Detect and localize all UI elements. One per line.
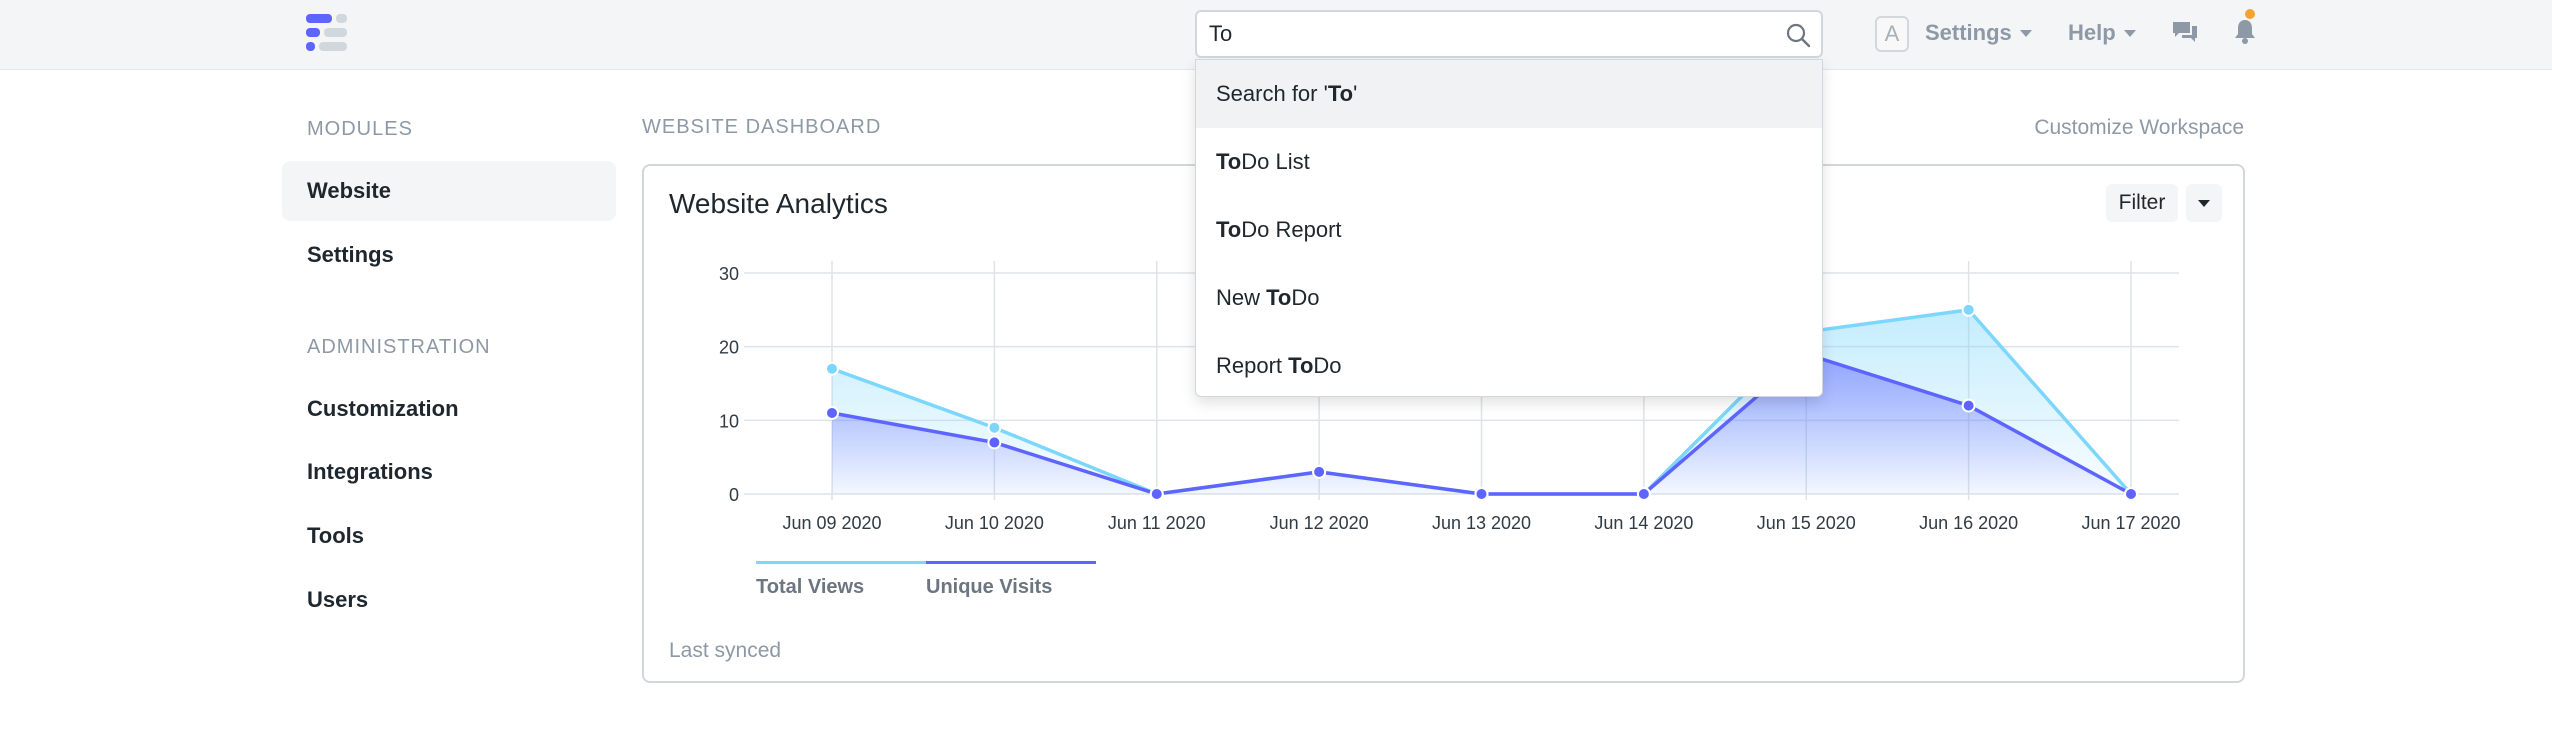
search-result-item[interactable]: Report ToDo (1196, 332, 1822, 400)
app-logo[interactable] (306, 14, 350, 54)
data-point (1312, 464, 1327, 479)
chevron-down-icon (2123, 29, 2136, 37)
legend-total-views[interactable]: Total Views (756, 576, 864, 599)
help-menu-label: Help (2068, 20, 2116, 45)
result-prefix: New (1216, 285, 1267, 310)
data-point (825, 361, 839, 376)
result-prefix: Search for ' (1216, 81, 1328, 106)
x-tick-label: Jun 16 2020 (1919, 513, 2018, 533)
data-point (2124, 487, 2138, 501)
legend-swatch-unique-visits (926, 561, 1096, 564)
search-result-item[interactable]: New ToDo (1196, 264, 1822, 332)
data-point (1961, 398, 1976, 413)
y-tick-label: 30 (719, 264, 739, 284)
modules-heading: MODULES (307, 118, 413, 140)
chat-icon[interactable] (2170, 18, 2200, 48)
legend-unique-visits[interactable]: Unique Visits (926, 576, 1052, 599)
x-tick-label: Jun 17 2020 (2081, 513, 2180, 533)
data-point (1474, 487, 1489, 501)
administration-heading: ADMINISTRATION (307, 336, 491, 358)
data-point (1961, 302, 1976, 317)
last-synced-text: Last synced (669, 639, 782, 662)
result-match: To (1266, 285, 1292, 310)
avatar[interactable]: A (1875, 16, 1909, 52)
bell-icon[interactable] (2230, 16, 2260, 46)
help-menu[interactable]: Help (2068, 20, 2136, 46)
x-tick-label: Jun 11 2020 (1108, 513, 1206, 533)
x-tick-label: Jun 10 2020 (945, 513, 1044, 533)
chevron-down-icon (2019, 29, 2032, 37)
search-result-item[interactable]: ToDo Report (1196, 196, 1822, 264)
data-point (1636, 487, 1651, 501)
x-tick-label: Jun 13 2020 (1432, 513, 1531, 533)
x-tick-label: Jun 14 2020 (1594, 513, 1693, 533)
customize-workspace-link[interactable]: Customize Workspace (2034, 116, 2244, 140)
search-input[interactable] (1209, 19, 1749, 49)
result-suffix: Do Report (1241, 217, 1342, 242)
search-for-option[interactable]: Search for 'To' (1196, 60, 1822, 128)
result-suffix: ' (1353, 81, 1358, 106)
result-match: To (1216, 217, 1242, 242)
y-tick-label: 0 (729, 485, 739, 505)
sidebar-item-users[interactable]: Users (282, 570, 616, 630)
search-icon[interactable] (1785, 22, 1811, 48)
result-prefix: Report (1216, 353, 1289, 378)
data-point (987, 435, 1002, 450)
data-point (1149, 487, 1164, 501)
y-tick-label: 20 (719, 338, 739, 358)
search-result-item[interactable]: ToDo List (1196, 128, 1822, 196)
x-tick-label: Jun 09 2020 (782, 513, 881, 533)
sidebar-item-tools[interactable]: Tools (282, 506, 616, 566)
data-point (987, 420, 1002, 435)
x-tick-label: Jun 15 2020 (1757, 513, 1856, 533)
notification-badge (2245, 9, 2255, 19)
settings-menu-label: Settings (1925, 20, 2012, 45)
result-suffix: Do (1291, 285, 1320, 310)
page-title: WEBSITE DASHBOARD (642, 116, 882, 138)
sidebar-item-customization[interactable]: Customization (282, 379, 616, 439)
x-tick-label: Jun 12 2020 (1270, 513, 1369, 533)
result-match: To (1327, 81, 1354, 106)
result-match: To (1216, 149, 1242, 174)
result-suffix: Do List (1241, 149, 1310, 174)
settings-menu[interactable]: Settings (1925, 20, 2032, 46)
sidebar-item-integrations[interactable]: Integrations (282, 442, 616, 502)
sidebar-item-settings[interactable]: Settings (282, 225, 616, 285)
result-suffix: Do (1313, 353, 1342, 378)
legend-swatch-total-views (756, 561, 926, 564)
search-results-dropdown: Search for 'To' ToDo List ToDo Report New T… (1195, 59, 1823, 397)
y-tick-label: 10 (719, 411, 739, 431)
data-point (825, 405, 839, 420)
sidebar-item-website[interactable]: Website (282, 161, 616, 221)
result-match: To (1288, 353, 1314, 378)
search-box[interactable] (1195, 10, 1823, 58)
